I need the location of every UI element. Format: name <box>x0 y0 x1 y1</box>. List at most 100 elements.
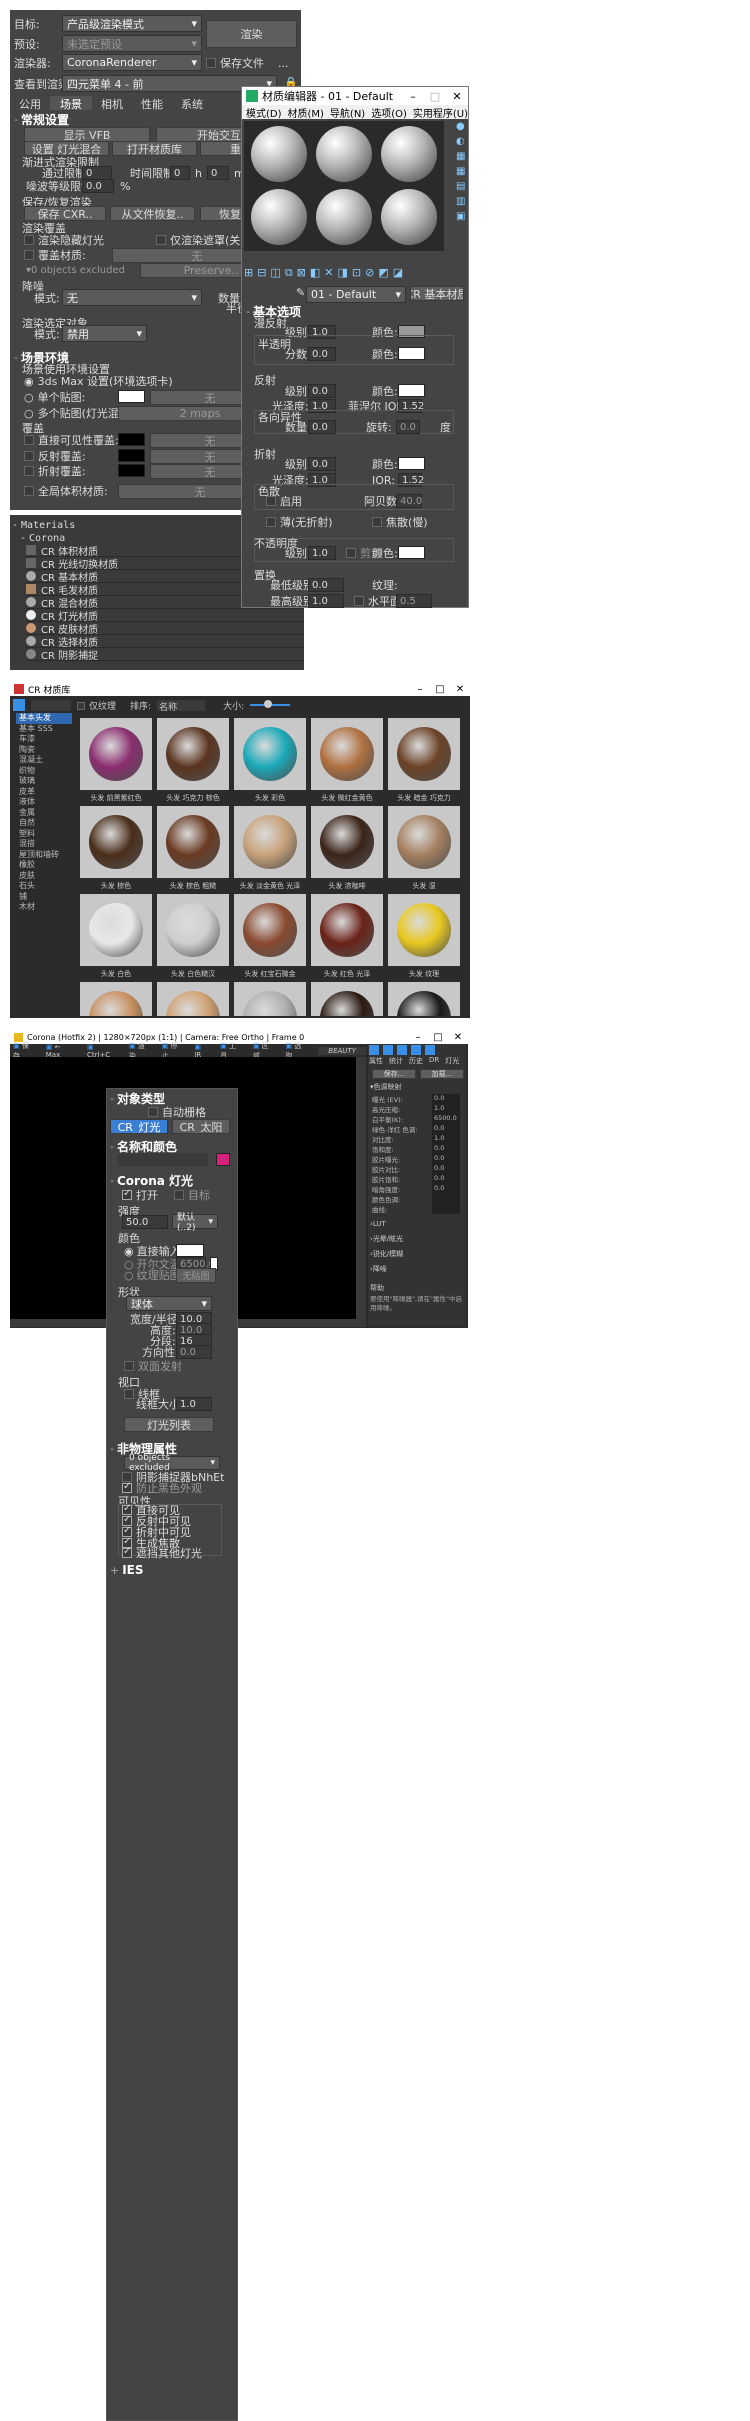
general-settings-title[interactable]: - 常规设置 <box>14 111 69 127</box>
vfb-zoom-icons[interactable] <box>369 1045 465 1055</box>
tab-performance[interactable]: 性能 <box>132 96 172 111</box>
tab-stats[interactable]: 统计 <box>389 1056 403 1066</box>
cr-sun-button[interactable]: CR_太阳 <box>172 1119 230 1134</box>
category-item[interactable]: 织物 <box>16 766 72 777</box>
only-textures-checkbox[interactable]: 仅纹理 <box>77 699 116 712</box>
directionality-spinner[interactable]: 0.0 <box>176 1345 212 1359</box>
tone-row-value[interactable]: 1.0 <box>432 1104 460 1114</box>
category-item[interactable]: 塑料 <box>16 829 72 840</box>
sort-dropdown[interactable]: 名称 <box>157 699 206 713</box>
auto-grid-checkbox[interactable]: 自动栅格 <box>148 1104 206 1120</box>
close-icon[interactable]: ✕ <box>450 684 470 695</box>
tone-row-value[interactable]: 0.0 <box>432 1154 460 1164</box>
tab-system[interactable]: 系统 <box>172 96 212 111</box>
refl-level-spinner[interactable]: 0.0 <box>308 384 336 398</box>
texmap-slot[interactable]: 无贴图 <box>176 1268 216 1283</box>
abbe-spinner[interactable]: 40.0 <box>396 494 422 508</box>
material-tile[interactable]: 头发 白色糙汉 <box>157 894 229 980</box>
lut-section[interactable]: › LUT <box>370 1218 386 1230</box>
size-slider[interactable] <box>250 700 291 708</box>
mtl-toolbar-icons[interactable]: ⊞⊟◫⧉⊠◧✕◨⊡⊘◩◪ <box>244 266 468 282</box>
sample-side-toolbar[interactable]: ● ◐ ▦ ▦ ▤ ▥ ▣ <box>456 121 468 251</box>
refl-override-checkbox[interactable]: 反射覆盖: <box>24 448 86 464</box>
refr-override-checkbox[interactable]: 折射覆盖: <box>24 463 86 479</box>
material-tile[interactable]: 头发 微红金黄色 <box>311 718 383 804</box>
sample-slot-1[interactable] <box>251 126 307 182</box>
tone-row-value[interactable]: 0.0 <box>432 1164 460 1174</box>
maximize-icon[interactable]: □ <box>424 90 446 103</box>
minimize-icon[interactable]: – <box>402 90 424 103</box>
double-sided-checkbox[interactable]: 双面发射 <box>124 1358 182 1374</box>
direct-vis-checkbox[interactable]: 直接可见性覆盖: <box>24 432 119 448</box>
close-icon[interactable]: ✕ <box>448 1032 468 1043</box>
max-level-spinner[interactable]: 1.0 <box>308 594 344 608</box>
category-item[interactable]: 陶瓷 <box>16 745 72 756</box>
tone-mapping-title[interactable]: ▾ 色调映射 <box>370 1081 402 1093</box>
material-tile[interactable]: 头发 暗金 巧克力 <box>388 718 460 804</box>
material-tile[interactable]: 头发 浓咖啡 <box>311 806 383 892</box>
category-item[interactable]: 木材 <box>16 902 72 913</box>
ies-title[interactable]: + IES <box>110 1562 144 1578</box>
denoise-section[interactable]: › 降噪 <box>370 1263 387 1275</box>
material-tile[interactable] <box>157 982 229 1016</box>
global-volume-checkbox[interactable]: 全局体积材质: <box>24 483 108 499</box>
category-item[interactable]: 液体 <box>16 797 72 808</box>
material-tile[interactable]: 头发 纹理 <box>388 894 460 980</box>
water-level-spinner[interactable]: 0.5 <box>396 594 432 608</box>
intensity-unit-dropdown[interactable]: 默认(..2) ▾ <box>172 1213 218 1233</box>
sharpen-blur-section[interactable]: › 锐化/模糊 <box>370 1248 403 1260</box>
time-h-spinner[interactable]: 0 <box>170 166 190 180</box>
minimize-icon[interactable]: – <box>408 1032 428 1043</box>
tone-row-value[interactable]: 0.0 <box>432 1174 460 1184</box>
material-tile[interactable]: 头发 淡金黄色 光泽 <box>234 806 306 892</box>
menu-options[interactable]: 选项(O) <box>371 105 407 120</box>
override-material-checkbox[interactable]: 覆盖材质: <box>24 247 86 263</box>
material-tile[interactable] <box>234 982 306 1016</box>
wire-size-spinner[interactable]: 1.0 <box>176 1397 212 1411</box>
category-item[interactable]: 混搭 <box>16 839 72 850</box>
opt-single-map-radio[interactable]: ○ 单个贴图: <box>24 389 85 405</box>
object-color-swatch[interactable] <box>216 1153 230 1166</box>
eyedropper-icon[interactable]: ✎ <box>296 286 305 299</box>
name-color-title[interactable]: - 名称和颜色 <box>110 1138 177 1154</box>
category-item[interactable]: 屋顶和墙砖 <box>16 850 72 861</box>
refr-level-spinner[interactable]: 0.0 <box>308 457 336 471</box>
list-item[interactable]: CR 阴影捕捉 <box>26 648 304 662</box>
light-on-checkbox[interactable]: 打开 <box>122 1187 158 1203</box>
vis-occlude-checkbox[interactable]: 遮挡其他灯光 <box>122 1546 202 1560</box>
tone-row-value[interactable]: 0.0 <box>432 1144 460 1154</box>
translucency-color-swatch[interactable] <box>398 347 425 360</box>
category-item[interactable]: 金属 <box>16 808 72 819</box>
maximize-icon[interactable]: □ <box>428 1032 448 1043</box>
caustics-checkbox[interactable]: 焦散(慢) <box>372 514 428 530</box>
open-library-button[interactable]: 打开材质库 <box>112 141 197 156</box>
tab-scene[interactable]: 场景 <box>50 96 92 111</box>
vfb-save-settings-button[interactable]: 保存... <box>372 1069 416 1079</box>
noise-limit-spinner[interactable]: 0.0 <box>82 179 114 193</box>
save-file-checkbox[interactable]: 保存文件... <box>206 55 289 71</box>
light-target-checkbox[interactable]: 目标 <box>174 1187 210 1203</box>
tone-row-value[interactable]: 6500.0 <box>432 1114 460 1124</box>
tone-row-value[interactable]: 0.0 <box>432 1184 460 1194</box>
material-tile[interactable]: 头发 红色 光泽 <box>311 894 383 980</box>
renderer-dropdown[interactable]: CoronaRenderer ▾ <box>62 54 202 71</box>
refr-color-swatch[interactable] <box>398 457 425 470</box>
target-dropdown[interactable]: 产品级渲染模式 ▾ <box>62 15 202 32</box>
category-item[interactable]: 基本头发 <box>16 713 72 724</box>
tone-row-value[interactable] <box>432 1204 460 1214</box>
light-list-button[interactable]: 灯光列表 <box>124 1417 214 1432</box>
bloom-glare-section[interactable]: › 光晕/眩光 <box>370 1233 403 1245</box>
tone-row-value[interactable]: 0.0 <box>432 1124 460 1134</box>
tab-properties[interactable]: 属性 <box>369 1056 383 1066</box>
sample-slot-3[interactable] <box>381 126 437 182</box>
refr-override-color[interactable] <box>118 464 145 477</box>
category-item[interactable]: 玻璃 <box>16 776 72 787</box>
menu-material[interactable]: 材质(M) <box>288 105 324 120</box>
tab-dr[interactable]: DR <box>429 1056 439 1066</box>
tab-common[interactable]: 公用 <box>10 96 50 111</box>
maximize-icon[interactable]: □ <box>430 684 450 695</box>
category-item[interactable]: 石头 <box>16 881 72 892</box>
menu-navigation[interactable]: 导航(N) <box>330 105 365 120</box>
sample-slot-6[interactable] <box>381 189 437 245</box>
tone-row-value[interactable] <box>432 1194 460 1204</box>
